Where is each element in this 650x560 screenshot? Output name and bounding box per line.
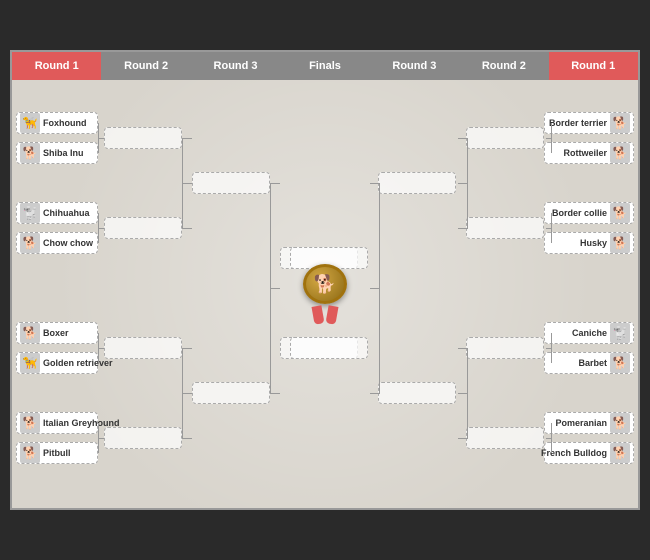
header-round1-right: Round 1 [549,52,638,80]
left-r2-slot-4[interactable] [104,427,182,449]
right-r3-slot-2[interactable] [378,382,456,404]
left-r3-slot-2[interactable] [192,382,270,404]
chowchow-icon: 🐕 [20,233,40,253]
left-r2-slot-2[interactable] [104,217,182,239]
ribbon-left [312,305,325,324]
boxer-icon: 🐕 [20,323,40,343]
shiba-icon: 🐕 [20,143,40,163]
pitbull-icon: 🐕 [20,443,40,463]
team-husky[interactable]: Husky 🐕 [544,232,634,254]
barbet-icon: 🐕 [610,353,630,373]
header-round3-right: Round 3 [370,52,459,80]
golden-icon: 🦮 [20,353,40,373]
italiangreyhound-icon: 🐕 [20,413,40,433]
pomeranian-icon: 🐕 [610,413,630,433]
right-r2-slot-2[interactable] [466,217,544,239]
caniche-icon: 🐩 [610,323,630,343]
chihuahua-icon: 🐩 [20,203,40,223]
right-r2-slot-1[interactable] [466,127,544,149]
borderterrier-icon: 🐕 [610,113,630,133]
team-boxer[interactable]: 🐕 Boxer [16,322,98,344]
header-row: Round 1 Round 2 Round 3 Finals Round 3 R… [12,52,638,80]
husky-icon: 🐕 [610,233,630,253]
team-border-terrier[interactable]: Border terrier 🐕 [544,112,634,134]
team-rottweiler[interactable]: Rottweiler 🐕 [544,142,634,164]
team-pitbull[interactable]: 🐕 Pitbull [16,442,98,464]
frenchbulldog-icon: 🐕 [610,443,630,463]
bracket-main: 🦮 Foxhound 🐕 Shiba Inu 🐩 Chihuahua 🐕 Cho… [12,80,638,508]
bordercollie-icon: 🐕 [610,203,630,223]
bracket-container: Round 1 Round 2 Round 3 Finals Round 3 R… [10,50,640,510]
right-r2-slot-3[interactable] [466,337,544,359]
right-r2-slot-4[interactable] [466,427,544,449]
left-r2-slot-3[interactable] [104,337,182,359]
team-caniche[interactable]: Caniche 🐩 [544,322,634,344]
header-finals: Finals [280,52,369,80]
medal-circle [303,264,347,304]
medal-ribbon [313,306,337,324]
header-round1-left: Round 1 [12,52,101,80]
team-french-bulldog[interactable]: French Bulldog 🐕 [544,442,634,464]
team-pomeranian[interactable]: Pomeranian 🐕 [544,412,634,434]
foxhound-icon: 🦮 [20,113,40,133]
team-italian-greyhound[interactable]: 🐕 Italian Greyhound [16,412,98,434]
left-r2-slot-1[interactable] [104,127,182,149]
header-round3-left: Round 3 [191,52,280,80]
right-r3-slot-1[interactable] [378,172,456,194]
left-r3-slot-1[interactable] [192,172,270,194]
right-finals-slot-2[interactable] [290,337,368,359]
rottweiler-icon: 🐕 [610,143,630,163]
team-chowchow[interactable]: 🐕 Chow chow [16,232,98,254]
team-chihuahua[interactable]: 🐩 Chihuahua [16,202,98,224]
championship-medal [299,264,351,324]
header-round2-left: Round 2 [101,52,190,80]
team-foxhound[interactable]: 🦮 Foxhound [16,112,98,134]
ribbon-right [326,305,339,324]
team-golden[interactable]: 🦮 Golden retriever [16,352,98,374]
header-round2-right: Round 2 [459,52,548,80]
team-shiba[interactable]: 🐕 Shiba Inu [16,142,98,164]
team-border-collie[interactable]: Border collie 🐕 [544,202,634,224]
team-barbet[interactable]: Barbet 🐕 [544,352,634,374]
